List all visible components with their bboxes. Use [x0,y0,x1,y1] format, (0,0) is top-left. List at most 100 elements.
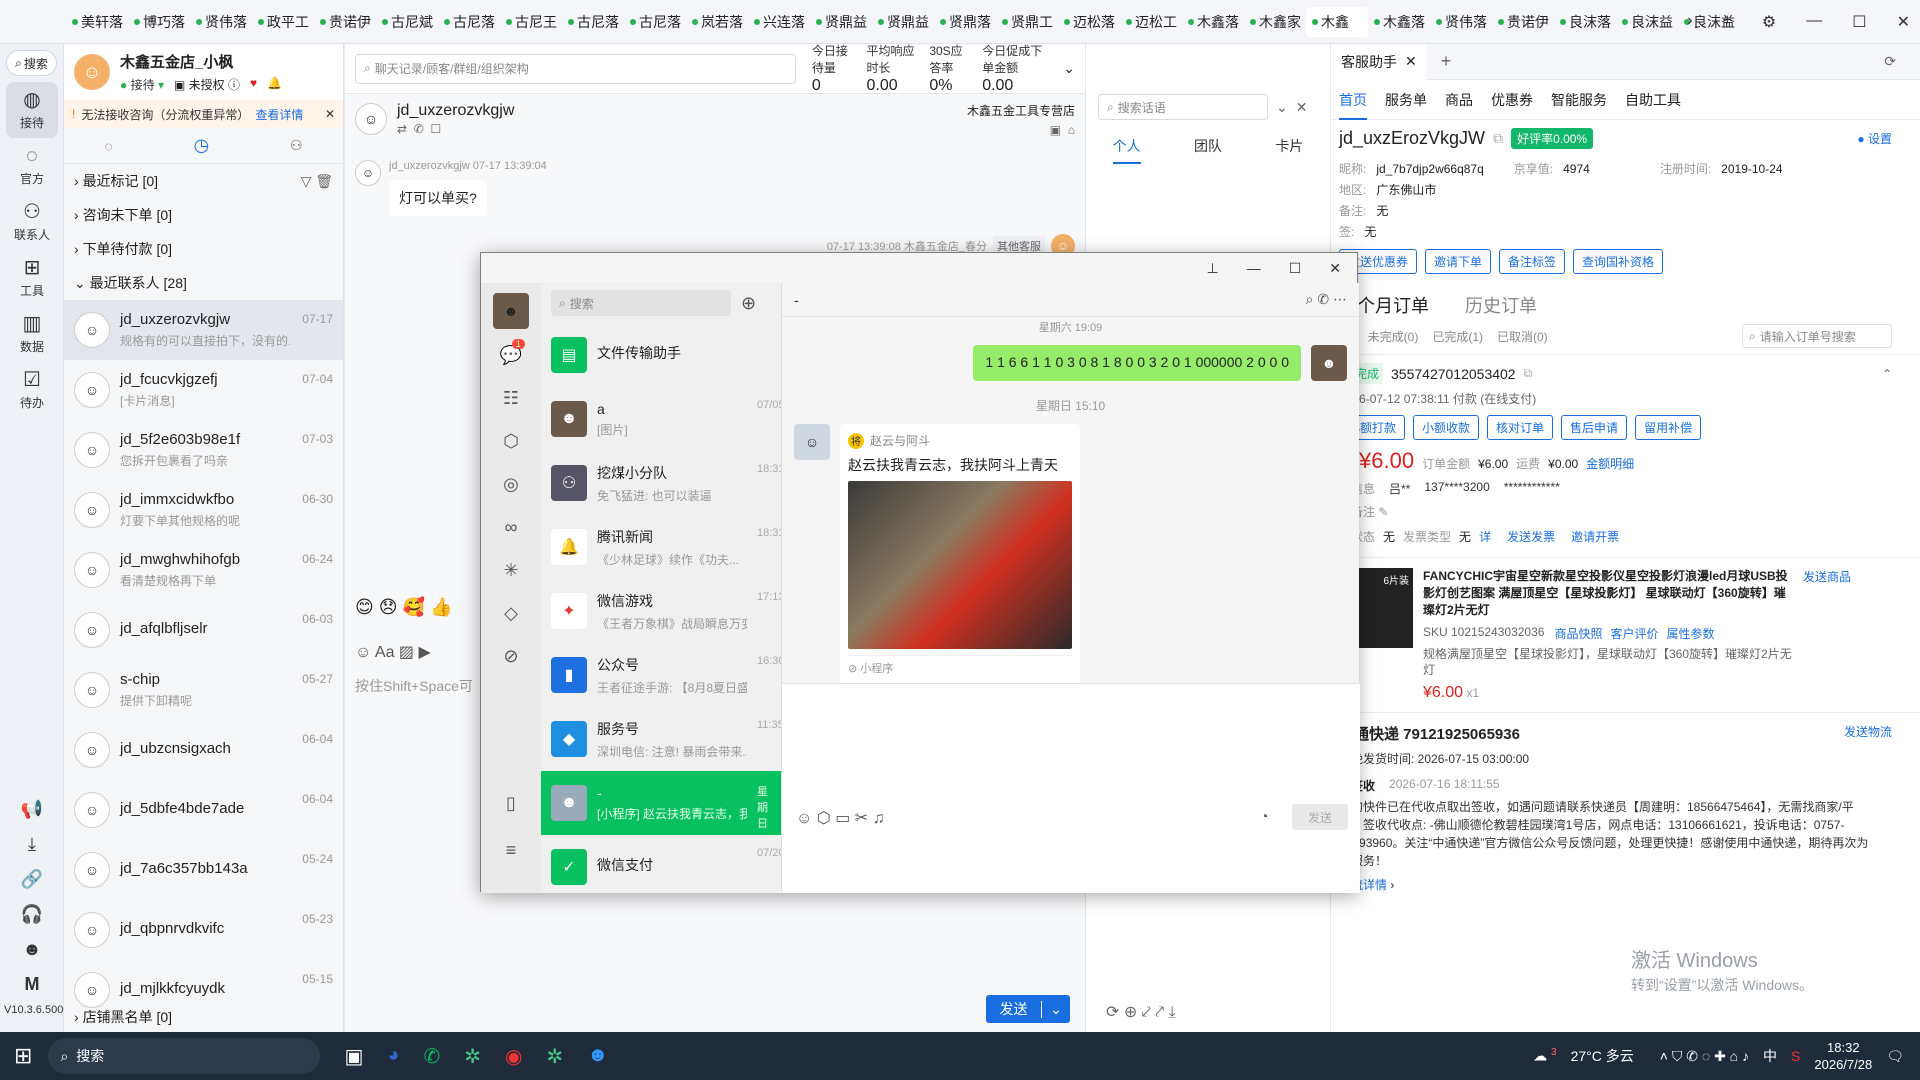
warning-detail-link[interactable]: 查看详情 [255,106,303,123]
invoice-detail-link[interactable]: 详 [1479,528,1491,545]
top-tab[interactable]: 贵诺伊 [1492,7,1554,37]
section-marked[interactable]: › 最近标记 [0] ▽ 🗑 [64,164,343,198]
phrase-tool-icons[interactable]: ⟳ ⊕ ⤦ ⤤ ⤓ [1106,1002,1176,1022]
top-tab[interactable]: 木鑫落 [1368,7,1430,37]
close-icon[interactable]: ✕ [1296,99,1308,116]
cs-tab[interactable]: 客服助手 ✕ [1331,44,1427,80]
cs-nav-tab[interactable]: 自助工具 [1625,90,1681,110]
m-logo-icon[interactable]: M [25,974,40,995]
link-icon[interactable]: 🔗 [21,869,43,890]
order-action-button[interactable]: 留用补偿 [1635,415,1702,440]
rail-item-官方[interactable]: ◌ 官方 [0,138,64,194]
close-icon[interactable]: ✕ [325,107,335,121]
window-controls[interactable]: › + ⚙ — ☐ ✕ [1687,12,1910,32]
contact-row[interactable]: ☺ jd_5dbfe4bde7ade 06-04 [64,780,343,840]
discover-icon[interactable]: ✳ [503,560,518,581]
rail-item-待办[interactable]: ☑ 待办 [0,362,64,418]
wechat-chat-row[interactable]: ✓ 微信支付 07/20 [541,835,781,893]
wechat-chat-row[interactable]: ☻ - [小程序] 赵云扶我青云志，我... 星期日 [541,771,781,835]
copy-icon[interactable]: ⧉ [1524,366,1533,381]
top-tab[interactable]: 良沫益 [1616,7,1678,37]
contact-row[interactable]: ☺ jd_mwghwhihofgb 看清楚规格再下单 06-24 [64,540,343,600]
top-tab[interactable]: 政平工 [252,7,314,37]
tab-clock-icon[interactable]: ◷ [194,135,210,156]
top-tab[interactable]: 木鑫家 [1244,7,1306,37]
invite-invoice-link[interactable]: 邀请开票 [1571,528,1619,545]
phrase-tab[interactable]: 团队 [1194,136,1222,164]
top-tab[interactable]: 木鑫 [1306,6,1368,37]
section-pending[interactable]: › 下单待付款 [0] [64,232,343,266]
wechat-send-button[interactable]: 发送 [1292,804,1348,830]
phrase-search-input[interactable]: ⌕ 搜索话语 [1098,94,1268,120]
favorites-icon[interactable]: ⬡ [503,431,519,452]
product-name[interactable]: FANCYCHIC宇宙星空新款星空投影仪星空投影灯浪漫led月球USB投影灯创艺… [1423,568,1793,619]
wechat-search-input[interactable]: ⌕ 搜索 [551,290,731,316]
bell-icon[interactable]: 🔔 [267,76,282,93]
send-button[interactable]: 发送 ⌄ [986,995,1070,1023]
chat-action-icons[interactable]: ⇄ ✆ ☐ [397,122,514,136]
status-dropdown[interactable]: ● 接待 ▾ [120,76,164,93]
phone-icon[interactable]: ▯ [506,793,516,814]
cs-action-button[interactable]: 查询国补资格 [1573,249,1664,274]
top-tab[interactable]: 贤鼎益 [872,7,934,37]
collapse-icon[interactable]: ⌄ [1276,99,1288,116]
search-web-icon[interactable]: ⊘ [503,646,518,667]
rail-search[interactable]: ⌕ 搜索 [6,50,57,76]
contact-row[interactable]: ☺ jd_qbpnrvdkvifc 05-23 [64,900,343,960]
order-action-button[interactable]: 售后申请 [1561,415,1628,440]
contact-row[interactable]: ☺ jd_immxcidwkfbo 灯要下单其他规格的呢 06-30 [64,480,343,540]
chats-icon[interactable]: 💬 1 [500,339,525,366]
customer-avatar[interactable]: ☺ [355,103,387,135]
amount-detail-link[interactable]: 金额明细 [1586,455,1634,472]
chat-search-input[interactable]: ⌕ 聊天记录/顾客/群组/组织架构 [355,53,796,84]
windows-start-icon[interactable]: ⊞ [14,1043,32,1069]
order-filter[interactable]: 已取消(0) [1497,328,1548,345]
input-toolbar[interactable]: ☺ Aa ▨ ▶ [355,642,431,662]
rail-item-工具[interactable]: ⊞ 工具 [0,250,64,306]
order-action-button[interactable]: 核对订单 [1487,415,1554,440]
tab-people-icon[interactable]: ⚇ [290,137,303,154]
top-tab[interactable]: 贤鼎工 [996,7,1058,37]
send-invoice-link[interactable]: 发送发票 [1507,528,1555,545]
cs-nav-tab[interactable]: 服务单 [1385,90,1427,110]
contact-row[interactable]: ☺ jd_5f2e603b98e1f 您拆开包裹看了吗亲 07-03 [64,420,343,480]
top-tab[interactable]: 迈松落 [1058,7,1120,37]
phrase-tab[interactable]: 个人 [1112,136,1141,164]
cs-action-button[interactable]: 备注标签 [1499,249,1566,274]
tray-icons[interactable]: ˄ ⛉ ✆ ◌ ✚ ⌂ ♪ [1660,1048,1749,1065]
voice-icon[interactable]: ◔ [1260,808,1268,824]
top-tab[interactable]: 贤鼎落 [934,7,996,37]
order-action-button[interactable]: 小额收款 [1413,415,1480,440]
top-tab[interactable]: 贤伟落 [190,7,252,37]
top-tab[interactable]: 岚若落 [686,7,748,37]
wechat-chat-row[interactable]: ⚇ 挖煤小分队免飞猛进: 也可以装逼 18:31 [541,451,781,515]
rail-item-接待[interactable]: ◍ 接待 [6,82,58,138]
menu-icon[interactable]: ≡ [506,840,517,861]
top-tab[interactable]: 古尼落 [438,7,500,37]
wechat-input-area[interactable]: ☺ ⬡ ▭ ✂ ♫ ◔ 发送 [782,683,1360,893]
cs-nav-tab[interactable]: 首页 [1339,90,1367,120]
send-product-link[interactable]: 发送商品 [1803,568,1851,619]
top-tab[interactable]: 古尼王 [500,7,562,37]
channels-icon[interactable]: ∞ [505,517,518,538]
top-tab[interactable]: 古尼斌 [376,7,438,37]
sku-link[interactable]: 属性参数 [1666,625,1714,642]
top-tab[interactable]: 贤伟落 [1430,7,1492,37]
top-tab[interactable]: 古尼落 [562,7,624,37]
emoji-row[interactable]: 😊 😞 🥰 👍 [355,597,452,618]
add-tab-icon[interactable]: + [1441,51,1452,72]
bot-icon[interactable]: ☻ [23,939,42,960]
add-icon[interactable]: ⊕ [741,293,756,314]
top-tab[interactable]: 博巧落 [128,7,190,37]
top-tab[interactable]: 良沫落 [1554,7,1616,37]
mini-program-card[interactable]: 将赵云与阿斗 赵云扶我青云志，我扶阿斗上青天 ⊘ 小程序 [840,424,1080,684]
order-filter[interactable]: 未完成(0) [1368,328,1419,345]
tab-chat-icon[interactable]: ◌ [104,138,112,154]
chat-header-icons[interactable]: ⌕ ✆ ⋯ [1306,291,1347,308]
pin-icon[interactable]: ⊥ [1207,260,1219,277]
taskbar-apps[interactable]: ▣ ◕ ✆ ✲ ◉ ✲ ☻ [344,1044,608,1069]
order-search-input[interactable]: ⌕ 请输入订单号搜索 [1742,324,1892,348]
top-tab[interactable]: 木鑫落 [1182,7,1244,37]
contact-row[interactable]: ☺ s-chip 提供下卸精呢 05-27 [64,660,343,720]
download-icon[interactable]: ⤓ [28,834,36,855]
